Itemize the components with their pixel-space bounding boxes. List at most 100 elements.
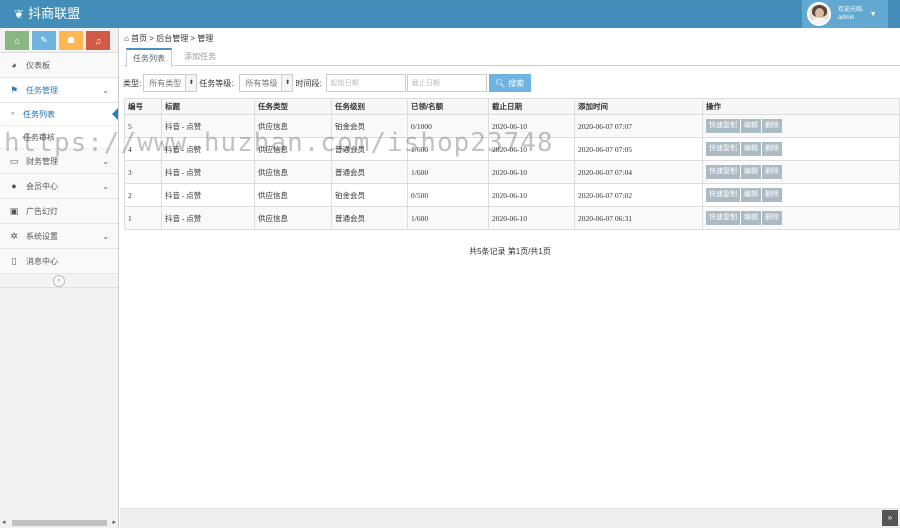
sidebar-subitem-task-list[interactable]: » 任务列表: [0, 103, 118, 126]
select-caret-icon: ⬍: [185, 75, 197, 91]
quick-copy-button[interactable]: 快速复制: [706, 165, 740, 179]
table-cell: 抖音 - 点赞: [161, 137, 255, 161]
quick-copy-button[interactable]: 快速复制: [706, 188, 740, 202]
delete-button[interactable]: 删除: [762, 119, 782, 133]
search-button-label: 搜索: [508, 78, 525, 88]
shortcut-home-button[interactable]: ⌂: [5, 31, 29, 50]
scrollbar-thumb[interactable]: [12, 520, 107, 526]
table-row: 3 抖音 - 点赞 供应信息 普通会员 1/600 2020-06-10 2020-06-0…: [124, 160, 900, 184]
col-type[interactable]: 任务类型: [254, 98, 332, 115]
brand[interactable]: ❦ 抖商联盟: [14, 5, 80, 23]
user-icon: ●: [11, 181, 17, 191]
table-cell: 2: [124, 183, 162, 207]
col-level[interactable]: 任务级别: [331, 98, 408, 115]
sidebar-subitem-task-review[interactable]: 任务审核: [0, 126, 118, 149]
sidebar-item-ads[interactable]: ▣ 广告幻灯: [0, 199, 118, 224]
table-cell: 2020-06-10: [488, 137, 575, 161]
delete-button[interactable]: 删除: [762, 188, 782, 202]
table-row: 1 抖音 - 点赞 供应信息 普通会员 1/600 2020-06-10 2020-06-0…: [124, 206, 900, 230]
col-quota[interactable]: 已领/名额: [407, 98, 489, 115]
table-header-row: 编号 标题 任务类型 任务级别 已领/名额 截止日期 添加时间 操作: [124, 98, 900, 115]
avatar: [807, 2, 831, 26]
sidebar-item-messages[interactable]: ▯ 消息中心: [0, 249, 118, 274]
table-cell: 2020-06-10: [488, 160, 575, 184]
breadcrumb-home[interactable]: 首页: [131, 34, 147, 43]
user-info: 欢迎光临, admin: [838, 6, 864, 22]
bell-icon: ♫: [94, 35, 102, 46]
table-cell: 3: [124, 160, 162, 184]
pagination-info: 共5条记录 第1页/共1页: [469, 247, 551, 256]
quick-copy-button[interactable]: 快速复制: [706, 142, 740, 156]
table-cell: 2020-06-07 07:02: [574, 183, 703, 207]
bookmark-icon: ▯: [11, 255, 17, 266]
edit-button[interactable]: 编辑: [741, 119, 761, 133]
shortcut-notify-button[interactable]: ♫: [86, 31, 110, 50]
delete-button[interactable]: 删除: [762, 165, 782, 179]
sidebar-item-tasks[interactable]: ⚑ 任务管理 ⌄: [0, 78, 118, 103]
home-icon: ⌂: [14, 35, 20, 46]
task-table: 编号 标题 任务类型 任务级别 已领/名额 截止日期 添加时间 操作 5 抖音 -…: [124, 98, 900, 230]
level-select-value: 所有等级: [245, 78, 278, 88]
table-cell: 供应信息: [254, 206, 332, 230]
shortcut-users-button[interactable]: ☗: [59, 31, 83, 50]
scroll-right-icon[interactable]: ▸: [112, 518, 116, 528]
collapse-sidebar-button[interactable]: «: [53, 275, 65, 287]
table-cell: 普通会员: [331, 137, 408, 161]
sidebar-item-finance[interactable]: ▭ 财务管理 ⌄: [0, 149, 118, 174]
sidebar-item-label: 消息中心: [26, 256, 58, 266]
caret-down-icon: ▼: [869, 10, 877, 18]
table-cell: 1/600: [407, 206, 489, 230]
search-button[interactable]: 🔍︎ 搜索: [488, 74, 531, 92]
actions-cell: 快速复制 编辑 删除: [702, 160, 900, 184]
quick-copy-button[interactable]: 快速复制: [706, 119, 740, 133]
shortcut-edit-button[interactable]: ✎: [32, 31, 56, 50]
type-select[interactable]: 所有类型 ⬍: [143, 74, 198, 92]
sidebar-item-label: 会员中心: [26, 181, 58, 191]
col-title[interactable]: 标题: [161, 98, 255, 115]
sidebar-item-dashboard[interactable]: ◕ 仪表板: [0, 53, 118, 78]
col-id[interactable]: 编号: [124, 98, 162, 115]
actions-cell: 快速复制 编辑 删除: [702, 137, 900, 161]
col-deadline[interactable]: 截止日期: [488, 98, 575, 115]
level-select[interactable]: 所有等级 ⬍: [239, 74, 294, 92]
main-content: ⌂ 首页 > 后台管理 > 管理 任务列表 添加任务 类型: 所有类型 ⬍ 任务…: [120, 28, 900, 528]
sidebar-item-label: 仪表板: [26, 60, 50, 70]
table-row: 2 抖音 - 点赞 供应信息 铂金会员 0/500 2020-06-10 2020-06-0…: [124, 183, 900, 207]
sidebar-subitem-label: 任务列表: [23, 109, 55, 119]
table-cell: 普通会员: [331, 206, 408, 230]
quick-copy-button[interactable]: 快速复制: [706, 211, 740, 225]
horizontal-scrollbar[interactable]: ◂ ▸: [0, 518, 118, 528]
edit-button[interactable]: 编辑: [741, 142, 761, 156]
delete-button[interactable]: 删除: [762, 211, 782, 225]
filter-bar: 类型: 所有类型 ⬍ 任务等级: 所有等级 ⬍ 时间段: 起始日期 截止日期 🔍…: [123, 72, 900, 94]
table-cell: 1: [124, 206, 162, 230]
scroll-left-icon[interactable]: ◂: [2, 518, 6, 528]
shortcut-buttons: ⌂ ✎ ☗ ♫: [0, 28, 118, 53]
breadcrumb-level1[interactable]: 后台管理: [156, 34, 188, 43]
sidebar-item-members[interactable]: ● 会员中心 ⌄: [0, 174, 118, 199]
table-cell: 2020-06-10: [488, 183, 575, 207]
delete-button[interactable]: 删除: [762, 142, 782, 156]
type-label: 类型:: [123, 78, 142, 88]
type-select-value: 所有类型: [149, 78, 182, 88]
gear-icon: ✲: [10, 230, 18, 241]
table-cell: 2020-06-10: [488, 114, 575, 138]
table-cell: 铂金会员: [331, 114, 408, 138]
scroll-top-button[interactable]: »: [882, 510, 898, 526]
edit-button[interactable]: 编辑: [741, 211, 761, 225]
edit-button[interactable]: 编辑: [741, 165, 761, 179]
select-caret-icon: ⬍: [281, 75, 293, 91]
chevron-down-icon: ⌄: [102, 231, 109, 241]
user-menu[interactable]: 欢迎光临, admin ▼: [802, 0, 888, 28]
tab-add-task[interactable]: 添加任务: [178, 48, 222, 66]
leaf-icon: ❦: [14, 7, 25, 21]
end-date-input[interactable]: 截止日期: [406, 74, 487, 92]
start-date-input[interactable]: 起始日期: [325, 74, 406, 92]
period-label: 时间段:: [295, 78, 322, 88]
edit-button[interactable]: 编辑: [741, 188, 761, 202]
col-added[interactable]: 添加时间: [574, 98, 703, 115]
tab-task-list[interactable]: 任务列表: [126, 48, 172, 67]
chevron-down-icon: ⌄: [102, 85, 109, 95]
sidebar-item-settings[interactable]: ✲ 系统设置 ⌄: [0, 224, 118, 249]
table-cell: 供应信息: [254, 183, 332, 207]
